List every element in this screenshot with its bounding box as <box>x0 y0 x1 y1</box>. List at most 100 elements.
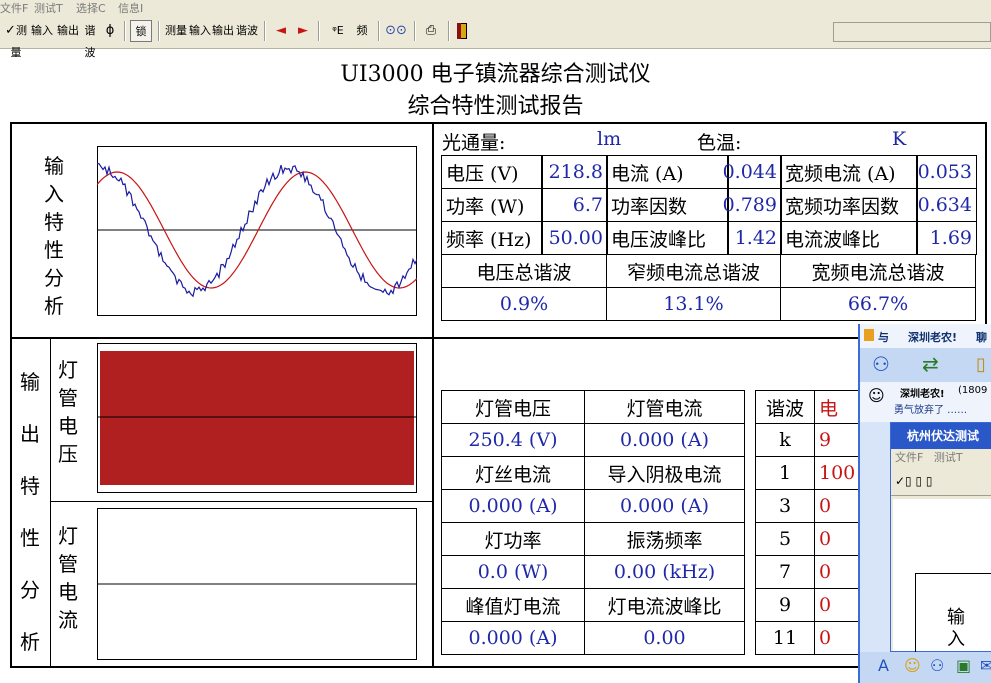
popup-share-icon[interactable]: ⇄ <box>922 352 939 376</box>
arrow-left-icon[interactable]: ◄ <box>272 20 290 42</box>
lamp-voltage-graph <box>97 343 417 493</box>
lamp-param-value: 0.000 (A) <box>584 489 745 523</box>
input-param-label: 电压 (V) <box>441 155 543 189</box>
harmonic-order: 9 <box>755 588 815 622</box>
input-icon[interactable]: 输入 <box>30 20 54 42</box>
emoticon-icon[interactable]: ☺ <box>904 656 921 675</box>
measure2-icon[interactable]: 测量 <box>164 20 188 42</box>
input-param-value: 6.7 <box>541 188 608 222</box>
menu-bar: 文件F 测试T 选择C 信息I <box>0 0 991 15</box>
arrow-right-icon[interactable]: ► <box>294 20 312 42</box>
toolbar-separator <box>378 21 380 41</box>
toolbar-separator <box>264 21 266 41</box>
image-icon[interactable]: ▣ <box>956 656 971 675</box>
input-param-value: 0.053 <box>916 155 977 189</box>
lamp-param-value: 0.000 (A) <box>584 423 745 457</box>
binoculars-icon[interactable]: ⊙⊙ <box>384 20 408 42</box>
harmonic-order: 1 <box>755 456 815 490</box>
input-param-label: 电压波峰比 <box>606 221 729 255</box>
lamp-param-value: 0.00 <box>584 621 745 655</box>
inner-toolbar: ✓▯ ▯ ▯ <box>891 467 991 496</box>
output-graph-divider <box>51 501 432 502</box>
font-icon[interactable]: A <box>878 656 889 675</box>
lamp-current-label: 灯管 电流 <box>58 524 78 632</box>
toolbar-separator <box>448 21 450 41</box>
lamp-current-graph <box>97 508 417 660</box>
toolbar-separator <box>158 21 160 41</box>
thd-header: 窄频电流总谐波 <box>606 254 781 288</box>
output2-icon[interactable]: 输出 <box>212 20 234 42</box>
lamp-param-label: 导入阴极电流 <box>584 456 745 490</box>
output-icon[interactable]: 输出 <box>56 20 80 42</box>
input-param-label: 电流波峰比 <box>780 221 918 255</box>
status-field <box>833 22 991 42</box>
toolbar-separator <box>318 21 320 41</box>
lamp-voltage-label: 灯管 电压 <box>58 358 78 466</box>
thd-value: 13.1% <box>606 287 781 321</box>
harmonic-icon[interactable]: 谐波 <box>80 20 100 59</box>
lamp-param-label: 灯功率 <box>441 522 585 556</box>
probe-icon[interactable]: ϕ <box>100 20 120 42</box>
flux-label: 光通量: <box>442 132 506 154</box>
input-param-value: 0.634 <box>916 188 977 222</box>
harmonic-order: 11 <box>755 621 815 655</box>
report-title: UI3000 电子镇流器综合测试仪 <box>340 62 651 87</box>
popup-inner-window[interactable]: 杭州伏达测试 文件F 测试T ✓▯ ▯ ▯ 输入 <box>890 422 991 654</box>
input-param-value: 218.8 <box>541 155 608 189</box>
frequency-icon[interactable]: 频 <box>352 20 372 42</box>
popup-toolbar: ⚇ ⇄ ▯ <box>860 348 991 382</box>
input2-icon[interactable]: 输入 <box>188 20 212 42</box>
printer-icon[interactable]: ⎙ <box>420 20 442 42</box>
thd-value: 0.9% <box>441 287 607 321</box>
inner-report-area: 输入 <box>893 499 991 654</box>
popup-contact-info: ☺ 深圳老农! (1809 勇气放弃了 …… <box>860 382 991 422</box>
thd-header: 宽频电流总谐波 <box>780 254 976 288</box>
measure-icon[interactable]: ✓测量 <box>2 20 30 59</box>
input-param-label: 功率因数 <box>606 188 729 222</box>
popup-bottom-toolbar: A ☺ ⚇ ▣ ✉ <box>860 652 991 683</box>
lamp-param-label: 灯丝电流 <box>441 456 585 490</box>
harmonic2-icon[interactable]: 谐波 <box>236 20 258 42</box>
lamp-param-value: 0.00 (kHz) <box>584 555 745 589</box>
lamp-param-value: 0.000 (A) <box>441 621 585 655</box>
lamp-param-label: 灯电流波峰比 <box>584 588 745 622</box>
exit-icon[interactable] <box>454 20 470 42</box>
input-param-label: 电流 (A) <box>606 155 729 189</box>
lamp-param-label: 峰值灯电流 <box>441 588 585 622</box>
inner-window-titlebar[interactable]: 杭州伏达测试 <box>891 423 991 449</box>
more-icon[interactable]: ✉ <box>980 656 991 675</box>
lock-icon[interactable]: 锁 <box>130 20 152 42</box>
toolbar-separator <box>124 21 126 41</box>
lamp-param-label: 灯管电压 <box>441 390 585 424</box>
chat-popup-window[interactable]: 与 深圳老农! 聊 ⚇ ⇄ ▯ ☺ 深圳老农! (1809 勇气放弃了 …… 杭… <box>858 324 991 683</box>
lamp-param-value: 0.0 (W) <box>441 555 585 589</box>
harmonic-order: k <box>755 423 815 457</box>
popup-phone-icon[interactable]: ▯ <box>976 354 986 375</box>
input-param-label: 宽频功率因数 <box>780 188 918 222</box>
harmonic-header: 谐波 <box>755 390 815 424</box>
harmonic-order: 3 <box>755 489 815 523</box>
popup-contacts-icon[interactable]: ⚇ <box>872 352 890 376</box>
popup-app-icon <box>864 329 874 341</box>
lamp-param-value: 0.000 (A) <box>441 489 585 523</box>
input-param-value: 50.00 <box>541 221 608 255</box>
input-param-label: 功率 (W) <box>441 188 543 222</box>
popup-titlebar[interactable]: 与 深圳老农! 聊 <box>860 324 991 348</box>
avatar: ☺ <box>868 386 885 405</box>
animated-icon[interactable]: ⚇ <box>930 656 944 675</box>
input-graph-border <box>97 146 417 316</box>
frame-vdivider <box>432 124 434 666</box>
flux-unit: lm <box>597 128 622 150</box>
lamp-voltage-trace <box>100 351 414 485</box>
input-param-label: 宽频电流 (A) <box>780 155 918 189</box>
report-subtitle: 综合特性测试报告 <box>407 94 584 119</box>
temp-unit: K <box>892 128 907 150</box>
input-param-value: 1.42 <box>727 221 782 255</box>
lamp-param-label: 灯管电流 <box>584 390 745 424</box>
input-analysis-label: 输入特 性分析 <box>44 154 64 318</box>
output-analysis-label: 输出特 性分析 <box>20 370 40 654</box>
thd-header: 电压总谐波 <box>441 254 607 288</box>
inner-menu-bar: 文件F 测试T <box>895 451 963 464</box>
phase-icon[interactable]: ᵠE <box>326 20 350 42</box>
lamp-param-value: 250.4 (V) <box>441 423 585 457</box>
